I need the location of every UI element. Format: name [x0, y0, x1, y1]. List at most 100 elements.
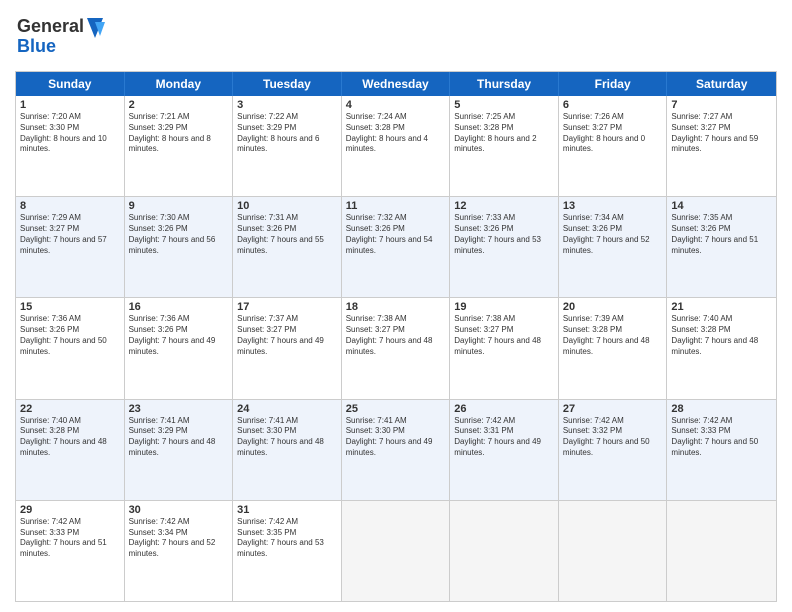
- cal-day-23: 23Sunrise: 7:41 AMSunset: 3:29 PMDayligh…: [125, 400, 234, 500]
- page: General Blue SundayMondayTuesdayWednesda…: [0, 0, 792, 612]
- cell-info: Sunrise: 7:36 AMSunset: 3:26 PMDaylight:…: [20, 314, 120, 357]
- cal-empty-4-6: [667, 501, 776, 601]
- cal-day-4: 4Sunrise: 7:24 AMSunset: 3:28 PMDaylight…: [342, 96, 451, 196]
- day-number: 24: [237, 403, 337, 415]
- cal-day-21: 21Sunrise: 7:40 AMSunset: 3:28 PMDayligh…: [667, 298, 776, 398]
- cell-info: Sunrise: 7:38 AMSunset: 3:27 PMDaylight:…: [346, 314, 446, 357]
- weekday-header-saturday: Saturday: [667, 72, 776, 96]
- cal-day-8: 8Sunrise: 7:29 AMSunset: 3:27 PMDaylight…: [16, 197, 125, 297]
- day-number: 28: [671, 403, 772, 415]
- cell-info: Sunrise: 7:42 AMSunset: 3:33 PMDaylight:…: [20, 517, 120, 560]
- cell-info: Sunrise: 7:41 AMSunset: 3:30 PMDaylight:…: [237, 416, 337, 459]
- weekday-header-tuesday: Tuesday: [233, 72, 342, 96]
- cal-day-31: 31Sunrise: 7:42 AMSunset: 3:35 PMDayligh…: [233, 501, 342, 601]
- calendar-row-3: 15Sunrise: 7:36 AMSunset: 3:26 PMDayligh…: [16, 298, 776, 399]
- calendar-row-5: 29Sunrise: 7:42 AMSunset: 3:33 PMDayligh…: [16, 501, 776, 601]
- cell-info: Sunrise: 7:42 AMSunset: 3:31 PMDaylight:…: [454, 416, 554, 459]
- svg-text:Blue: Blue: [17, 36, 56, 56]
- cell-info: Sunrise: 7:41 AMSunset: 3:29 PMDaylight:…: [129, 416, 229, 459]
- weekday-header-thursday: Thursday: [450, 72, 559, 96]
- day-number: 4: [346, 99, 446, 111]
- cal-day-25: 25Sunrise: 7:41 AMSunset: 3:30 PMDayligh…: [342, 400, 451, 500]
- calendar-row-2: 8Sunrise: 7:29 AMSunset: 3:27 PMDaylight…: [16, 197, 776, 298]
- day-number: 11: [346, 200, 446, 212]
- day-number: 27: [563, 403, 663, 415]
- weekday-header-sunday: Sunday: [16, 72, 125, 96]
- day-number: 7: [671, 99, 772, 111]
- day-number: 3: [237, 99, 337, 111]
- cal-day-18: 18Sunrise: 7:38 AMSunset: 3:27 PMDayligh…: [342, 298, 451, 398]
- cell-info: Sunrise: 7:37 AMSunset: 3:27 PMDaylight:…: [237, 314, 337, 357]
- day-number: 2: [129, 99, 229, 111]
- cell-info: Sunrise: 7:24 AMSunset: 3:28 PMDaylight:…: [346, 112, 446, 155]
- weekday-header-friday: Friday: [559, 72, 668, 96]
- day-number: 6: [563, 99, 663, 111]
- cell-info: Sunrise: 7:42 AMSunset: 3:32 PMDaylight:…: [563, 416, 663, 459]
- cal-day-20: 20Sunrise: 7:39 AMSunset: 3:28 PMDayligh…: [559, 298, 668, 398]
- svg-text:General: General: [17, 16, 84, 36]
- cal-day-13: 13Sunrise: 7:34 AMSunset: 3:26 PMDayligh…: [559, 197, 668, 297]
- day-number: 5: [454, 99, 554, 111]
- cell-info: Sunrise: 7:21 AMSunset: 3:29 PMDaylight:…: [129, 112, 229, 155]
- cell-info: Sunrise: 7:25 AMSunset: 3:28 PMDaylight:…: [454, 112, 554, 155]
- logo: General Blue: [15, 10, 105, 63]
- cell-info: Sunrise: 7:42 AMSunset: 3:33 PMDaylight:…: [671, 416, 772, 459]
- cell-info: Sunrise: 7:40 AMSunset: 3:28 PMDaylight:…: [20, 416, 120, 459]
- cell-info: Sunrise: 7:32 AMSunset: 3:26 PMDaylight:…: [346, 213, 446, 256]
- cal-day-29: 29Sunrise: 7:42 AMSunset: 3:33 PMDayligh…: [16, 501, 125, 601]
- cell-info: Sunrise: 7:33 AMSunset: 3:26 PMDaylight:…: [454, 213, 554, 256]
- day-number: 16: [129, 301, 229, 313]
- cal-day-11: 11Sunrise: 7:32 AMSunset: 3:26 PMDayligh…: [342, 197, 451, 297]
- cal-day-5: 5Sunrise: 7:25 AMSunset: 3:28 PMDaylight…: [450, 96, 559, 196]
- weekday-header-wednesday: Wednesday: [342, 72, 451, 96]
- cell-info: Sunrise: 7:26 AMSunset: 3:27 PMDaylight:…: [563, 112, 663, 155]
- logo-svg: General Blue: [15, 10, 105, 58]
- cal-day-3: 3Sunrise: 7:22 AMSunset: 3:29 PMDaylight…: [233, 96, 342, 196]
- day-number: 19: [454, 301, 554, 313]
- cal-day-24: 24Sunrise: 7:41 AMSunset: 3:30 PMDayligh…: [233, 400, 342, 500]
- day-number: 17: [237, 301, 337, 313]
- cell-info: Sunrise: 7:30 AMSunset: 3:26 PMDaylight:…: [129, 213, 229, 256]
- cell-info: Sunrise: 7:27 AMSunset: 3:27 PMDaylight:…: [671, 112, 772, 155]
- cal-day-27: 27Sunrise: 7:42 AMSunset: 3:32 PMDayligh…: [559, 400, 668, 500]
- cal-day-28: 28Sunrise: 7:42 AMSunset: 3:33 PMDayligh…: [667, 400, 776, 500]
- calendar-row-4: 22Sunrise: 7:40 AMSunset: 3:28 PMDayligh…: [16, 400, 776, 501]
- cell-info: Sunrise: 7:38 AMSunset: 3:27 PMDaylight:…: [454, 314, 554, 357]
- calendar: SundayMondayTuesdayWednesdayThursdayFrid…: [15, 71, 777, 602]
- cal-day-22: 22Sunrise: 7:40 AMSunset: 3:28 PMDayligh…: [16, 400, 125, 500]
- cal-day-19: 19Sunrise: 7:38 AMSunset: 3:27 PMDayligh…: [450, 298, 559, 398]
- cell-info: Sunrise: 7:36 AMSunset: 3:26 PMDaylight:…: [129, 314, 229, 357]
- cell-info: Sunrise: 7:41 AMSunset: 3:30 PMDaylight:…: [346, 416, 446, 459]
- cal-day-6: 6Sunrise: 7:26 AMSunset: 3:27 PMDaylight…: [559, 96, 668, 196]
- cal-day-9: 9Sunrise: 7:30 AMSunset: 3:26 PMDaylight…: [125, 197, 234, 297]
- weekday-header-monday: Monday: [125, 72, 234, 96]
- cal-empty-4-5: [559, 501, 668, 601]
- day-number: 20: [563, 301, 663, 313]
- cell-info: Sunrise: 7:29 AMSunset: 3:27 PMDaylight:…: [20, 213, 120, 256]
- day-number: 8: [20, 200, 120, 212]
- cell-info: Sunrise: 7:34 AMSunset: 3:26 PMDaylight:…: [563, 213, 663, 256]
- cell-info: Sunrise: 7:40 AMSunset: 3:28 PMDaylight:…: [671, 314, 772, 357]
- cal-day-16: 16Sunrise: 7:36 AMSunset: 3:26 PMDayligh…: [125, 298, 234, 398]
- cal-empty-4-4: [450, 501, 559, 601]
- header: General Blue: [15, 10, 777, 63]
- day-number: 14: [671, 200, 772, 212]
- cal-day-17: 17Sunrise: 7:37 AMSunset: 3:27 PMDayligh…: [233, 298, 342, 398]
- day-number: 10: [237, 200, 337, 212]
- cal-day-14: 14Sunrise: 7:35 AMSunset: 3:26 PMDayligh…: [667, 197, 776, 297]
- day-number: 21: [671, 301, 772, 313]
- day-number: 12: [454, 200, 554, 212]
- day-number: 22: [20, 403, 120, 415]
- day-number: 18: [346, 301, 446, 313]
- cal-day-15: 15Sunrise: 7:36 AMSunset: 3:26 PMDayligh…: [16, 298, 125, 398]
- cal-day-10: 10Sunrise: 7:31 AMSunset: 3:26 PMDayligh…: [233, 197, 342, 297]
- cell-info: Sunrise: 7:35 AMSunset: 3:26 PMDaylight:…: [671, 213, 772, 256]
- cal-day-1: 1Sunrise: 7:20 AMSunset: 3:30 PMDaylight…: [16, 96, 125, 196]
- cell-info: Sunrise: 7:31 AMSunset: 3:26 PMDaylight:…: [237, 213, 337, 256]
- day-number: 1: [20, 99, 120, 111]
- day-number: 30: [129, 504, 229, 516]
- calendar-body: 1Sunrise: 7:20 AMSunset: 3:30 PMDaylight…: [16, 96, 776, 601]
- cal-day-30: 30Sunrise: 7:42 AMSunset: 3:34 PMDayligh…: [125, 501, 234, 601]
- day-number: 26: [454, 403, 554, 415]
- cal-day-12: 12Sunrise: 7:33 AMSunset: 3:26 PMDayligh…: [450, 197, 559, 297]
